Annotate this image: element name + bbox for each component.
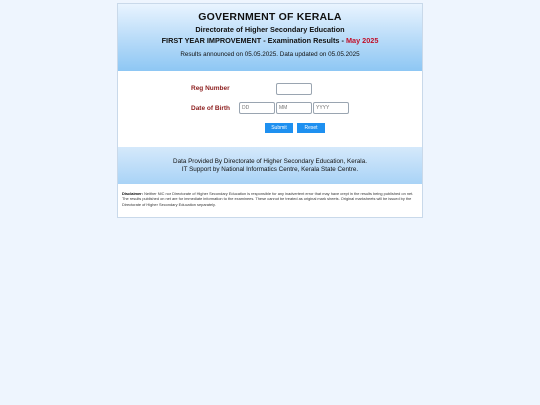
dob-day-input[interactable] [239, 102, 275, 114]
disclaimer-text: Neither NIC nor Directorate of Higher Se… [122, 191, 414, 207]
it-support-line: IT Support by National Informatics Centr… [181, 166, 359, 173]
dob-label: Date of Birth [191, 105, 230, 112]
result-search-form: Reg Number Date of Birth Submit Reset [118, 71, 422, 147]
submit-button[interactable]: Submit [265, 123, 293, 133]
footer-banner: Data Provided By Directorate of Higher S… [118, 147, 422, 184]
directorate-subtitle: Directorate of Higher Secondary Educatio… [195, 25, 345, 34]
reg-number-label: Reg Number [191, 85, 230, 92]
dob-month-input[interactable] [276, 102, 312, 114]
results-announcement: Results announced on 05.05.2025. Data up… [180, 51, 360, 58]
reset-button[interactable]: Reset [297, 123, 325, 133]
exam-title-text: FIRST YEAR IMPROVEMENT - Examination Res… [161, 36, 346, 45]
disclaimer-label: Disclaimer: [122, 191, 143, 196]
dob-year-input[interactable] [313, 102, 349, 114]
disclaimer: Disclaimer: Neither NIC nor Directorate … [118, 184, 422, 207]
data-provider-line: Data Provided By Directorate of Higher S… [173, 158, 367, 165]
results-card: GOVERNMENT OF KERALA Directorate of High… [117, 3, 423, 218]
exam-title: FIRST YEAR IMPROVEMENT - Examination Res… [118, 36, 422, 45]
header-banner: GOVERNMENT OF KERALA Directorate of High… [118, 4, 422, 71]
page-title: GOVERNMENT OF KERALA [198, 11, 342, 23]
exam-session: May 2025 [345, 36, 379, 45]
reg-number-input[interactable] [276, 83, 312, 95]
